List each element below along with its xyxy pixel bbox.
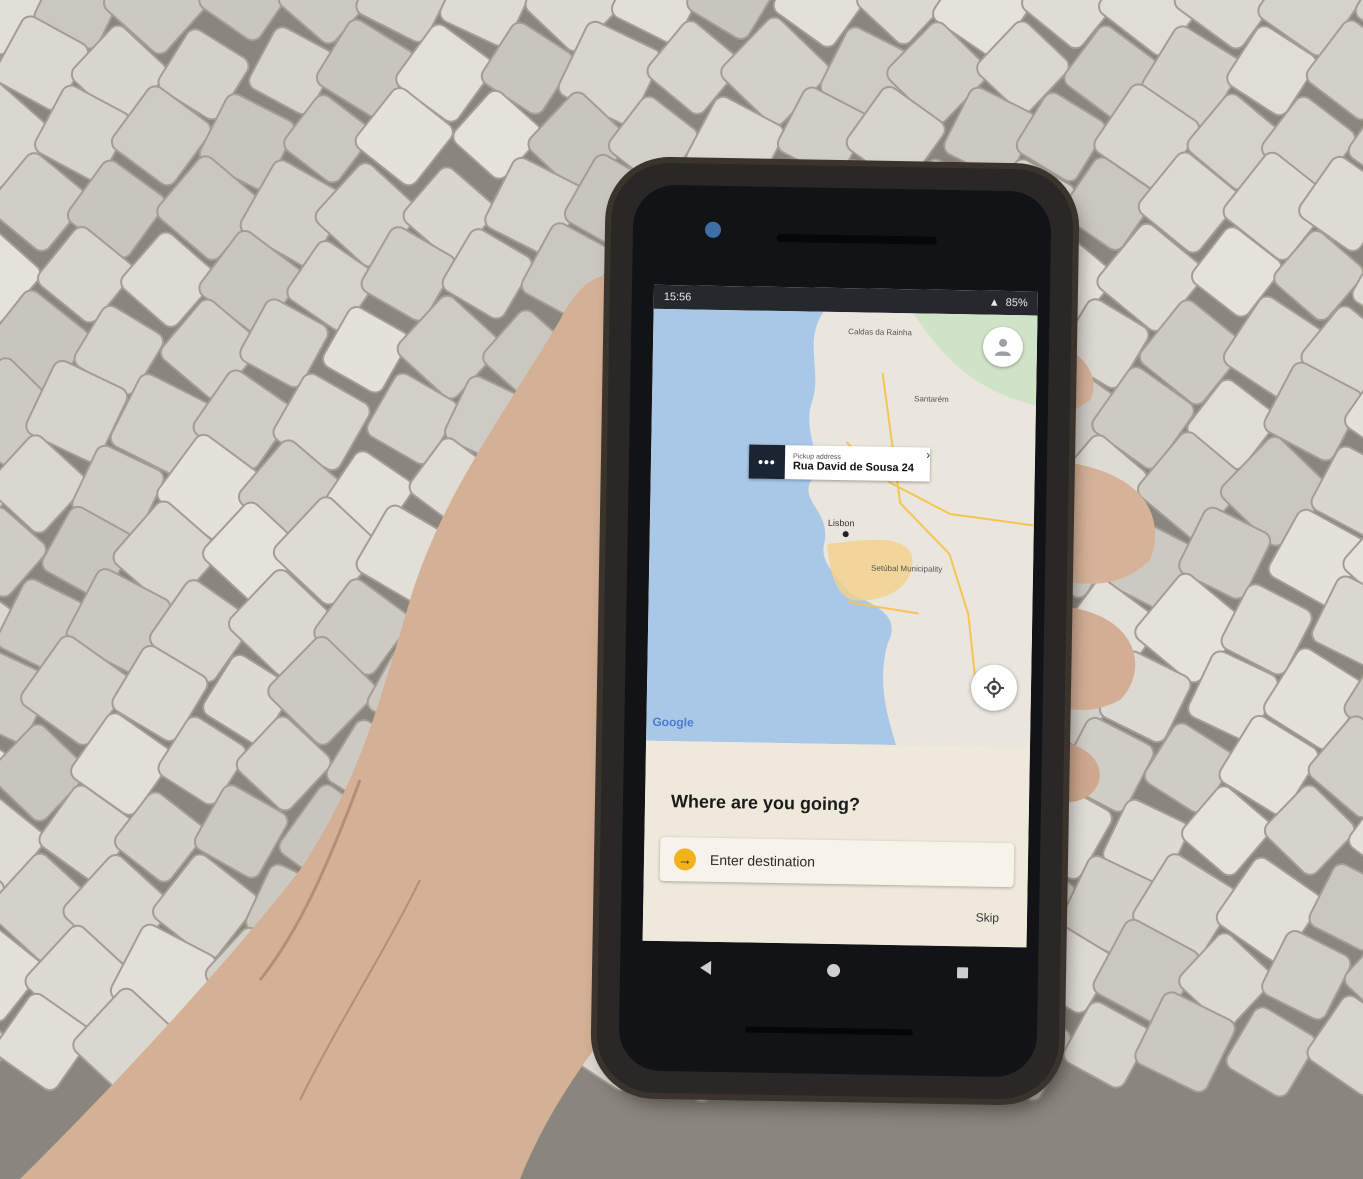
android-nav-bar <box>642 941 1027 1000</box>
recent-apps-icon[interactable] <box>956 966 968 978</box>
home-icon[interactable] <box>827 963 841 977</box>
chevron-right-icon: › <box>926 447 931 462</box>
arrow-right-icon: → <box>673 848 697 871</box>
person-icon <box>994 338 1011 357</box>
back-icon[interactable] <box>700 960 712 975</box>
map-label-santarem: Santarém <box>914 394 949 404</box>
destination-placeholder: Enter destination <box>709 851 816 870</box>
map-label-caldas: Caldas da Rainha <box>848 327 912 337</box>
destination-input[interactable]: → Enter destination <box>659 836 1015 888</box>
phone: 15:56 ▲ 85% Caldas da Rainha Santarém Li… <box>595 162 1075 1100</box>
phone-screen: 15:56 ▲ 85% Caldas da Rainha Santarém Li… <box>642 284 1038 948</box>
map-label-lisbon: Lisbon <box>828 518 855 528</box>
status-icons: ▲ 85% <box>989 297 1028 310</box>
pickup-address: Rua David de Sousa 24 <box>792 459 915 474</box>
map-label-setubal: Setúbal Municipality <box>871 564 942 574</box>
skip-button[interactable]: Skip <box>976 910 1000 924</box>
pickup-dots-icon: ••• <box>748 444 786 480</box>
google-logo: Google <box>652 714 694 730</box>
pickup-text: Pickup address Rua David de Sousa 24 <box>785 445 923 481</box>
sheet-question: Where are you going? <box>670 791 861 815</box>
destination-sheet: Where are you going? → Enter destination… <box>642 740 1030 948</box>
signal-icon: ▲ <box>988 296 1000 309</box>
pickup-address-card[interactable]: ••• Pickup address Rua David de Sousa 24… <box>748 444 931 482</box>
battery-label: 85% <box>1005 296 1028 310</box>
status-time: 15:56 <box>663 290 692 304</box>
crosshair-icon <box>984 677 1005 698</box>
